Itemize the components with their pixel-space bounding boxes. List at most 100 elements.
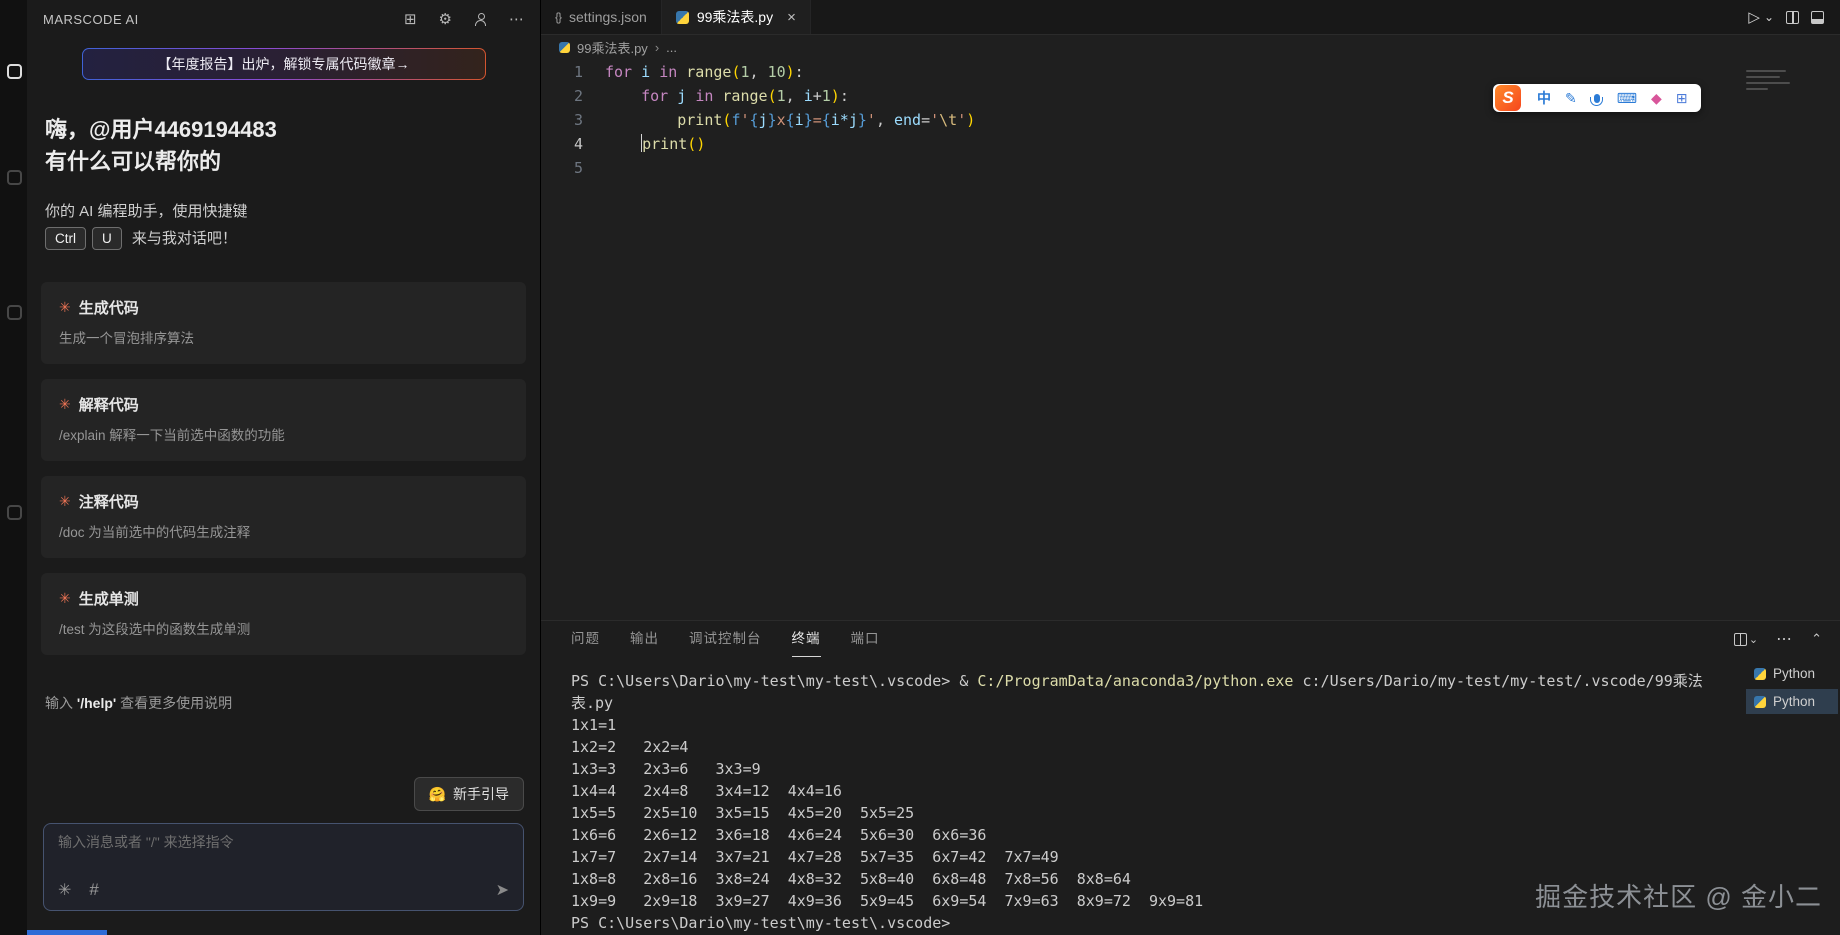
send-icon[interactable]: ➤ — [496, 880, 509, 900]
tab-99-multiplication-py[interactable]: 99乘法表.py × — [662, 0, 811, 34]
more-icon[interactable]: ⋯ — [509, 10, 524, 28]
run-dropdown-icon[interactable]: ⌄ — [1764, 10, 1774, 24]
json-icon: {} — [555, 10, 561, 24]
run-python-file-button[interactable]: ▷ — [1748, 8, 1760, 26]
breadcrumb-more[interactable]: ... — [666, 40, 677, 55]
panel-tab-output[interactable]: 输出 — [630, 621, 659, 657]
terminal-line: 1x1=1 — [571, 714, 1840, 736]
python-icon — [559, 42, 570, 53]
card-explain-code[interactable]: ✳ 解释代码 /explain 解释一下当前选中函数的功能 — [41, 379, 526, 461]
keyboard-icon[interactable]: ⌨ — [1617, 90, 1637, 107]
line-number: 5 — [541, 156, 583, 180]
python-icon — [676, 11, 689, 24]
help-hint: 输入 '/help' 查看更多使用说明 — [45, 693, 540, 713]
terminal-line: PS C:\Users\Dario\my-test\my-test\.vscod… — [571, 670, 1840, 692]
tab-settings-json[interactable]: {} settings.json — [541, 0, 662, 34]
more-actions-icon[interactable]: ⋯ — [1776, 629, 1793, 649]
account-icon[interactable] — [474, 13, 487, 26]
chat-input[interactable] — [58, 834, 509, 850]
toolbox-icon[interactable]: ⊞ — [1676, 90, 1688, 107]
line-numbers: 12345 — [541, 60, 605, 620]
bottom-panel: 问题 输出 调试控制台 终端 端口 ⌄ ⋯ ⌃ PS C:\Users\Dari… — [541, 620, 1840, 935]
panel-tab-terminal[interactable]: 终端 — [792, 621, 821, 657]
skin-icon[interactable]: ◆ — [1651, 90, 1662, 107]
sparkle-icon: ✳ — [59, 590, 71, 607]
help-command: '/help' — [77, 695, 116, 711]
hash-context-icon[interactable]: # — [89, 880, 98, 900]
code-content[interactable]: for i in range(1, 10): for j in range(1,… — [605, 60, 1840, 620]
panel-tab-bar: 问题 输出 调试控制台 终端 端口 ⌄ ⋯ ⌃ — [541, 621, 1840, 657]
terminal-line: 1x7=7 2x7=14 3x7=21 4x7=28 5x7=35 6x7=42… — [571, 846, 1840, 868]
terminal-line: 表.py — [571, 692, 1840, 714]
activity-icon-2[interactable] — [7, 170, 22, 185]
card-title: 生成单测 — [79, 588, 139, 609]
onboarding-button[interactable]: 🤗 新手引导 — [414, 777, 524, 811]
sparkle-icon: ✳ — [59, 396, 71, 413]
quick-action-cards: ✳ 生成代码 生成一个冒泡排序算法 ✳ 解释代码 /explain 解释一下当前选中… — [27, 282, 540, 655]
sogou-logo: S — [1495, 85, 1521, 111]
line-number: 1 — [541, 60, 583, 84]
split-terminal-icon[interactable]: ⌄ — [1734, 633, 1758, 646]
card-generate-code[interactable]: ✳ 生成代码 生成一个冒泡排序算法 — [41, 282, 526, 364]
card-title: 解释代码 — [79, 394, 139, 415]
terminal-line: 1x4=4 2x4=8 3x4=12 4x4=16 — [571, 780, 1840, 802]
voice-input-icon[interactable] — [1594, 94, 1600, 103]
new-chat-icon[interactable]: ⊞ — [404, 10, 417, 28]
marscode-ai-panel: MARSCODE AI ⊞ ⚙ ⋯ 【年度报告】出炉，解锁专属代码徽章→ 嗨，@… — [27, 0, 541, 935]
terminal-view[interactable]: PS C:\Users\Dario\my-test\my-test\.vscod… — [541, 657, 1840, 935]
terminal-line: 1x6=6 2x6=12 3x6=18 4x6=24 5x6=30 6x6=36 — [571, 824, 1840, 846]
chinese-mode-icon[interactable]: 中 — [1537, 88, 1551, 108]
activity-icon-4[interactable] — [7, 505, 22, 520]
card-generate-test[interactable]: ✳ 生成单测 /test 为这段选中的函数生成单测 — [41, 573, 526, 655]
panel-tab-problems[interactable]: 问题 — [571, 621, 600, 657]
line-number: 4 — [541, 132, 583, 156]
gear-icon[interactable]: ⚙ — [439, 10, 452, 28]
vscode-window: MARSCODE AI ⊞ ⚙ ⋯ 【年度报告】出炉，解锁专属代码徽章→ 嗨，@… — [0, 0, 1840, 935]
code-editor[interactable]: 12345 for i in range(1, 10): for j in ra… — [541, 60, 1840, 620]
card-title: 注释代码 — [79, 491, 139, 512]
editor-group: {} settings.json 99乘法表.py × ▷ ⌄ 99乘法表.py… — [541, 0, 1840, 935]
close-icon[interactable]: × — [787, 9, 796, 26]
hug-emoji-icon: 🤗 — [429, 786, 446, 803]
toggle-panel-icon[interactable] — [1811, 11, 1824, 24]
chat-input-box[interactable]: ✳ # ➤ — [43, 823, 524, 911]
panel-header: MARSCODE AI ⊞ ⚙ ⋯ — [27, 0, 540, 30]
terminal-line: 1x2=2 2x2=4 — [571, 736, 1840, 758]
handwriting-icon[interactable]: ✎ — [1565, 90, 1577, 107]
sparkle-icon: ✳ — [59, 299, 71, 316]
panel-tab-debug-console[interactable]: 调试控制台 — [689, 621, 762, 657]
card-desc: /test 为这段选中的函数生成单测 — [59, 618, 508, 638]
terminal-line: PS C:\Users\Dario\my-test\my-test\.vscod… — [571, 912, 1840, 934]
terminal-session-list: Python Python — [1746, 661, 1838, 717]
code-line: for i in range(1, 10): — [605, 60, 1840, 84]
taskbar-sliver — [27, 930, 107, 935]
line-number: 2 — [541, 84, 583, 108]
activity-icon-3[interactable] — [7, 305, 22, 320]
minimap[interactable] — [1746, 66, 1792, 94]
python-icon — [1754, 696, 1766, 708]
terminal-session-python-1[interactable]: Python — [1746, 661, 1838, 686]
annual-report-banner[interactable]: 【年度报告】出炉，解锁专属代码徽章→ — [82, 48, 486, 80]
activity-icon-1[interactable] — [7, 64, 22, 79]
maximize-panel-icon[interactable]: ⌃ — [1811, 631, 1822, 647]
card-title: 生成代码 — [79, 297, 139, 318]
kbd-ctrl: Ctrl — [45, 227, 86, 250]
line-number: 3 — [541, 108, 583, 132]
card-desc: /explain 解释一下当前选中函数的功能 — [59, 424, 508, 444]
intro-text: 你的 AI 编程助手，使用快捷键 CtrlU 来与我对话吧！ — [45, 198, 540, 252]
card-comment-code[interactable]: ✳注释代码 /doc 为当前选中的代码生成注释 — [41, 476, 526, 558]
banner-text: 【年度报告】出炉，解锁专属代码徽章→ — [83, 49, 485, 79]
breadcrumb-file[interactable]: 99乘法表.py — [577, 38, 648, 57]
watermark: 掘金技术社区 @ 金小二 — [1535, 877, 1822, 914]
split-editor-icon[interactable] — [1786, 11, 1799, 24]
panel-tab-ports[interactable]: 端口 — [851, 621, 880, 657]
card-desc: 生成一个冒泡排序算法 — [59, 327, 508, 347]
sogou-ime-toolbar[interactable]: S 中 ✎ ⌨ ◆ ⊞ — [1493, 84, 1701, 112]
sparkle-icon[interactable]: ✳ — [58, 880, 71, 900]
breadcrumb[interactable]: 99乘法表.py › ... — [541, 35, 1840, 60]
terminal-session-python-2[interactable]: Python — [1746, 689, 1838, 714]
panel-title: MARSCODE AI — [43, 12, 139, 27]
code-line — [605, 156, 1840, 180]
sparkle-icon: ✳ — [59, 493, 71, 510]
python-icon — [1754, 668, 1766, 680]
